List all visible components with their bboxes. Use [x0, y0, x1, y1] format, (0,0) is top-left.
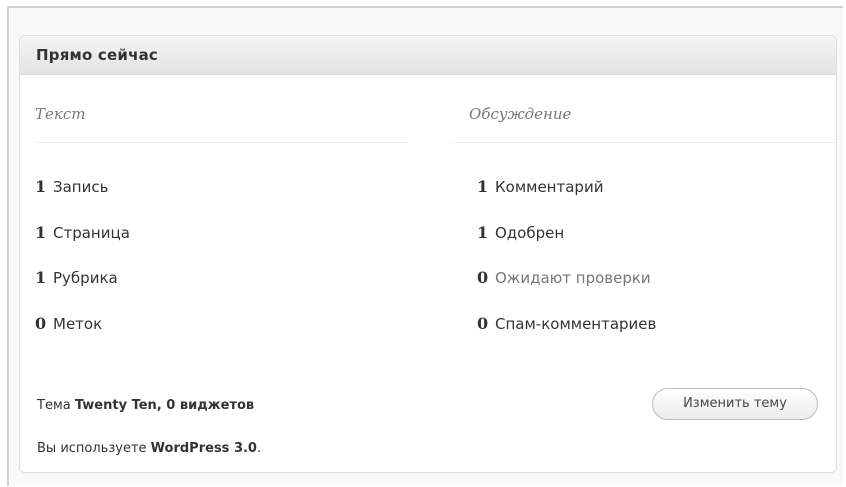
theme-prefix: Тема [37, 398, 75, 413]
discussion-column-divider [453, 142, 836, 143]
theme-name[interactable]: Twenty Ten [75, 398, 157, 413]
stat-categories[interactable]: 1 Рубрика [35, 268, 118, 288]
widget-title: Прямо сейчас [36, 46, 158, 64]
spam-count[interactable]: 0 [477, 314, 493, 334]
theme-info: Тема Twenty Ten, 0 виджетов [37, 398, 254, 413]
pending-count[interactable]: 0 [477, 268, 493, 288]
theme-separator: , [156, 398, 167, 413]
content-column-divider [35, 142, 408, 143]
stat-tags[interactable]: 0 Меток [35, 314, 102, 334]
categories-label[interactable]: Рубрика [53, 269, 118, 287]
wordpress-version: WordPress 3.0 [150, 441, 257, 456]
pages-label[interactable]: Страница [53, 224, 130, 242]
spam-label[interactable]: Спам-комментариев [495, 315, 656, 333]
approved-count[interactable]: 1 [477, 223, 493, 243]
version-info: Вы используете WordPress 3.0. [37, 441, 261, 456]
change-theme-button[interactable]: Изменить тему [652, 388, 818, 420]
stat-approved[interactable]: 1 Одобрен [477, 223, 564, 243]
tags-count[interactable]: 0 [35, 314, 51, 334]
categories-count[interactable]: 1 [35, 268, 51, 288]
right-now-widget: Прямо сейчас Текст 1 Запись 1 Страница 1 Ру… [19, 35, 837, 473]
stat-spam[interactable]: 0 Спам-комментариев [477, 314, 656, 334]
comments-count[interactable]: 1 [477, 177, 493, 197]
pending-label[interactable]: Ожидают проверки [495, 269, 651, 287]
stat-pending[interactable]: 0 Ожидают проверки [477, 268, 651, 288]
posts-count[interactable]: 1 [35, 177, 51, 197]
tags-label[interactable]: Меток [53, 315, 102, 333]
comments-label[interactable]: Комментарий [495, 178, 603, 196]
posts-label[interactable]: Запись [53, 178, 108, 196]
version-suffix: . [256, 441, 262, 456]
discussion-column-heading: Обсуждение [469, 105, 572, 123]
widgets-count[interactable]: 0 виджетов [166, 398, 254, 413]
widget-header[interactable]: Прямо сейчас [20, 36, 836, 75]
approved-label[interactable]: Одобрен [495, 224, 564, 242]
content-column-heading: Текст [35, 105, 86, 123]
pages-count[interactable]: 1 [35, 223, 51, 243]
stat-posts[interactable]: 1 Запись [35, 177, 108, 197]
stat-pages[interactable]: 1 Страница [35, 223, 130, 243]
stat-comments[interactable]: 1 Комментарий [477, 177, 603, 197]
version-prefix: Вы используете [37, 441, 151, 456]
